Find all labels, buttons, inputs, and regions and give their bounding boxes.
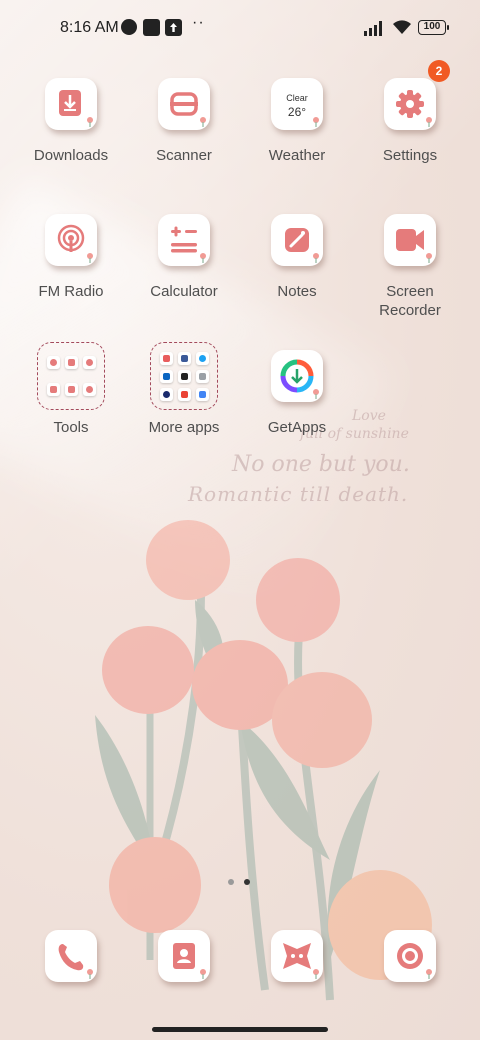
upload-icon xyxy=(165,19,182,36)
folder-icon xyxy=(150,342,218,410)
status-time: 8:16 AM xyxy=(60,19,119,36)
weather-condition: Clear xyxy=(286,93,308,103)
app-label-calculator: Calculator xyxy=(150,283,218,300)
video-camera-icon xyxy=(384,214,436,266)
app-scanner[interactable]: Scanner xyxy=(128,78,240,165)
page-dot-2-active[interactable] xyxy=(244,879,250,885)
home-gesture-bar[interactable] xyxy=(152,1027,328,1032)
dock-camera[interactable] xyxy=(354,930,466,982)
page-dot-1[interactable] xyxy=(228,879,234,885)
dock-gallery[interactable] xyxy=(241,930,353,982)
phone-icon xyxy=(45,930,97,982)
app-downloads[interactable]: Downloads xyxy=(15,78,127,165)
getapps-icon xyxy=(271,350,323,402)
page-indicator xyxy=(228,879,252,887)
app-getapps[interactable]: GetApps xyxy=(241,350,353,437)
app-fm-radio[interactable]: FM Radio xyxy=(15,214,127,301)
radio-icon xyxy=(45,214,97,266)
contacts-icon xyxy=(158,930,210,982)
gear-icon: 2 xyxy=(384,60,450,130)
app-notes[interactable]: Notes xyxy=(241,214,353,301)
wallpaper-script-romantic: Romantic till death. xyxy=(188,482,409,506)
camera-icon xyxy=(384,930,436,982)
more-notifications-icon: ·· xyxy=(192,14,205,31)
vpn-icon xyxy=(121,19,137,35)
scanner-icon xyxy=(158,78,210,130)
app-screen-recorder[interactable]: Screen Recorder xyxy=(354,214,466,320)
wallpaper-script-love: Love xyxy=(352,408,386,424)
notification-square-icon xyxy=(143,19,160,36)
app-weather[interactable]: Clear 26° Weather xyxy=(241,78,353,165)
wallpaper-script-no-one: No one but you. xyxy=(232,452,410,477)
download-icon xyxy=(45,78,97,130)
app-settings[interactable]: 2 Settings xyxy=(354,60,466,165)
app-label-scanner: Scanner xyxy=(156,147,212,164)
calculator-icon xyxy=(158,214,210,266)
folder-label-more-apps: More apps xyxy=(148,419,220,436)
folder-tools[interactable]: Tools xyxy=(15,342,127,437)
folder-more-apps[interactable]: More apps xyxy=(128,342,240,437)
signal-icon xyxy=(364,21,382,36)
app-label-screen-recorder: Screen Recorder xyxy=(379,283,441,319)
folder-label-tools: Tools xyxy=(53,419,89,436)
wifi-icon xyxy=(393,20,411,34)
app-label-settings: Settings xyxy=(382,147,438,164)
folder-icon xyxy=(37,342,105,410)
battery-icon: 100 xyxy=(418,20,449,35)
app-label-fm-radio: FM Radio xyxy=(38,283,104,300)
app-label-notes: Notes xyxy=(277,283,317,300)
status-bar: 8:16 AM ·· 100 xyxy=(0,0,480,56)
dock-contacts[interactable] xyxy=(128,930,240,982)
app-calculator[interactable]: Calculator xyxy=(128,214,240,301)
weather-icon: Clear 26° xyxy=(271,78,323,130)
app-label-downloads: Downloads xyxy=(33,147,109,164)
gallery-icon xyxy=(271,930,323,982)
app-label-getapps: GetApps xyxy=(267,419,327,436)
dock-phone[interactable] xyxy=(15,930,127,982)
notes-icon xyxy=(271,214,323,266)
app-label-weather: Weather xyxy=(268,147,326,164)
settings-badge: 2 xyxy=(428,60,450,82)
